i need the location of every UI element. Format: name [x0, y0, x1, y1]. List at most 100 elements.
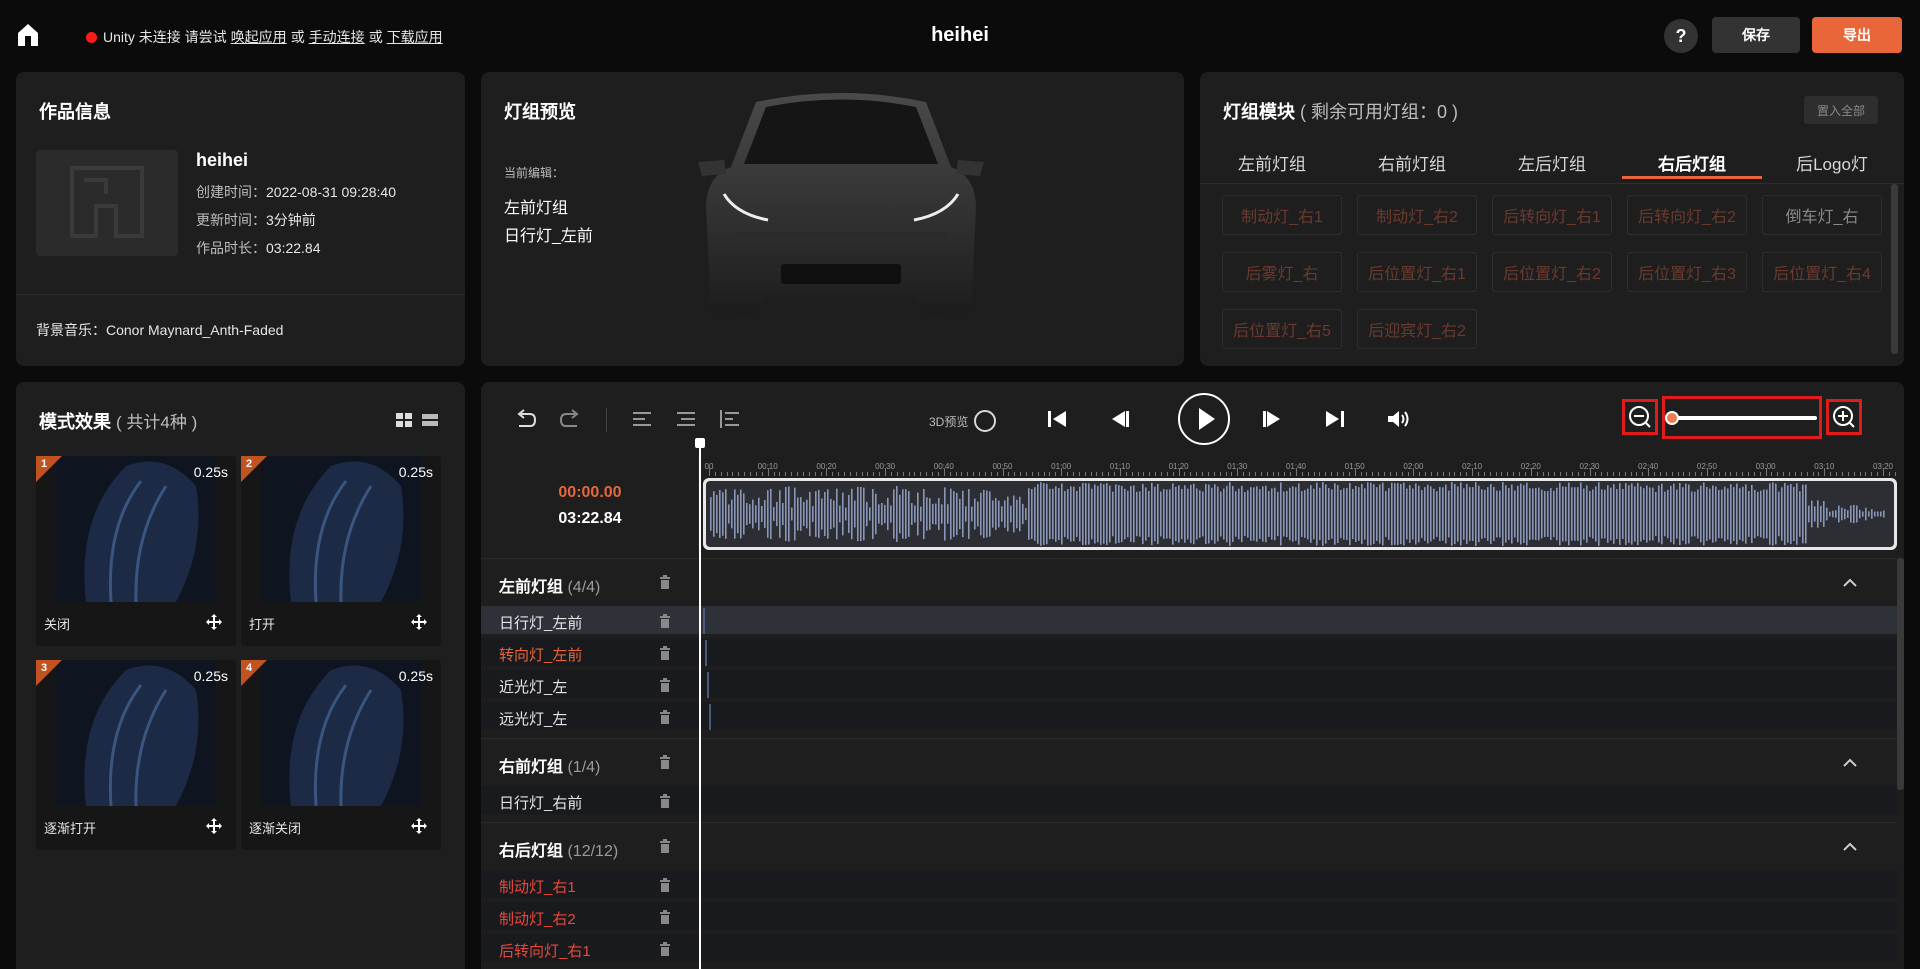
- keyframe-marker[interactable]: [709, 704, 711, 730]
- tab-rear-logo[interactable]: 后Logo灯: [1762, 150, 1902, 175]
- grid-view-icon[interactable]: [395, 412, 413, 428]
- preview-3d-toggle[interactable]: 3D预览: [929, 410, 997, 432]
- step-back-icon[interactable]: [1107, 406, 1133, 432]
- export-button[interactable]: 导出: [1812, 17, 1902, 53]
- delete-icon[interactable]: [659, 839, 671, 853]
- lamp-chip[interactable]: 倒车灯_右: [1762, 195, 1882, 235]
- track-group-header[interactable]: 左前灯组 (4/4): [481, 558, 1897, 606]
- playhead[interactable]: [699, 438, 701, 969]
- track-group-header[interactable]: 右后灯组 (12/12): [481, 822, 1897, 870]
- current-lamp: 日行灯_左前: [504, 228, 593, 245]
- undo-icon[interactable]: [513, 406, 539, 432]
- lamp-chip[interactable]: 后迎宾灯_右2: [1357, 309, 1477, 349]
- track-lane[interactable]: 制动灯_右1: [481, 870, 1897, 900]
- tab-left-front[interactable]: 左前灯组: [1202, 150, 1342, 175]
- download-app-link[interactable]: 下载应用: [387, 27, 443, 47]
- track-group-header[interactable]: 右前灯组 (1/4): [481, 738, 1897, 786]
- list-view-icon[interactable]: [421, 412, 439, 428]
- track-lane[interactable]: 日行灯_左前: [481, 606, 1897, 636]
- delete-icon[interactable]: [659, 794, 671, 808]
- save-button[interactable]: 保存: [1712, 17, 1800, 53]
- zoom-out-icon[interactable]: [1627, 404, 1653, 430]
- distribute-icon[interactable]: [717, 406, 743, 432]
- lamp-chip[interactable]: 制动灯_右1: [1222, 195, 1342, 235]
- put-all-button[interactable]: 置入全部: [1804, 96, 1878, 124]
- tab-left-rear[interactable]: 左后灯组: [1482, 150, 1622, 175]
- time-ruler[interactable]: 00 00:10 00:20 00:30 00:40 00:50 01:00 01:10 01:…: [703, 454, 1897, 476]
- lamp-chip[interactable]: 后位置灯_右2: [1492, 252, 1612, 292]
- track-lane[interactable]: 转向灯_左前: [481, 638, 1897, 668]
- track-lane[interactable]: 制动灯_右2: [481, 902, 1897, 932]
- align-left-icon[interactable]: [629, 406, 655, 432]
- ruler-tick: [785, 472, 787, 476]
- lamp-chip[interactable]: 制动灯_右2: [1357, 195, 1477, 235]
- home-icon[interactable]: [16, 22, 40, 48]
- waveform-bar: [881, 502, 883, 526]
- effect-card[interactable]: 2 0.25s 打开: [241, 456, 441, 646]
- align-center-icon[interactable]: [673, 406, 699, 432]
- lamp-chip[interactable]: 后位置灯_右4: [1762, 252, 1882, 292]
- track-scrollbar[interactable]: [1897, 558, 1904, 790]
- effect-card[interactable]: 3 0.25s 逐渐打开: [36, 660, 236, 850]
- keyframe-marker[interactable]: [705, 640, 707, 666]
- collapse-chevron-icon[interactable]: [1843, 755, 1857, 767]
- delete-icon[interactable]: [659, 755, 671, 769]
- zoom-in-icon[interactable]: [1831, 404, 1857, 430]
- delete-icon[interactable]: [659, 942, 671, 956]
- tab-right-rear[interactable]: 右后灯组: [1622, 150, 1762, 175]
- track-lane[interactable]: 近光灯_左: [481, 670, 1897, 700]
- module-scrollbar[interactable]: [1891, 184, 1898, 354]
- zoom-slider-knob[interactable]: [1665, 411, 1679, 425]
- drag-move-icon[interactable]: [206, 818, 222, 834]
- delete-icon[interactable]: [659, 710, 671, 724]
- play-button[interactable]: [1178, 393, 1230, 445]
- effect-card[interactable]: 4 0.25s 逐渐关闭: [241, 660, 441, 850]
- lamp-chip[interactable]: 后位置灯_右3: [1627, 252, 1747, 292]
- ruler-tick: [1489, 472, 1491, 476]
- track-lane[interactable]: 远光灯_左: [481, 702, 1897, 732]
- tab-right-front[interactable]: 右前灯组: [1342, 150, 1482, 175]
- lane-name: 日行灯_左前: [499, 615, 583, 632]
- lamp-chip[interactable]: 后位置灯_右1: [1357, 252, 1477, 292]
- skip-to-start-icon[interactable]: [1044, 406, 1070, 432]
- delete-icon[interactable]: [659, 878, 671, 892]
- help-button[interactable]: ?: [1664, 19, 1698, 53]
- ruler-tick: [1624, 472, 1626, 476]
- delete-icon[interactable]: [659, 614, 671, 628]
- track-lane[interactable]: 日行灯_右前: [481, 786, 1897, 816]
- delete-icon[interactable]: [659, 678, 671, 692]
- waveform-bar: [1463, 488, 1465, 540]
- volume-icon[interactable]: [1385, 406, 1411, 432]
- delete-icon[interactable]: [659, 646, 671, 660]
- drag-move-icon[interactable]: [411, 614, 427, 630]
- collapse-chevron-icon[interactable]: [1843, 839, 1857, 851]
- skip-to-end-icon[interactable]: [1322, 406, 1348, 432]
- current-group: 左前灯组: [504, 200, 569, 217]
- drag-move-icon[interactable]: [206, 614, 222, 630]
- radio-icon[interactable]: [974, 410, 997, 432]
- ruler-tick: [1431, 472, 1432, 476]
- lamp-chip[interactable]: 后雾灯_右: [1222, 252, 1342, 292]
- delete-icon[interactable]: [659, 910, 671, 924]
- wake-app-link[interactable]: 唤起应用: [231, 27, 287, 47]
- delete-icon[interactable]: [659, 575, 671, 589]
- playhead-handle[interactable]: [695, 438, 705, 448]
- drag-move-icon[interactable]: [411, 818, 427, 834]
- lamp-chip[interactable]: 后转向灯_右1: [1492, 195, 1612, 235]
- lamp-chip[interactable]: 后转向灯_右2: [1627, 195, 1747, 235]
- zoom-slider-track[interactable]: [1671, 416, 1817, 420]
- waveform-bar: [1775, 483, 1777, 545]
- effect-card[interactable]: 1 0.25s 关闭: [36, 456, 236, 646]
- waveform-bar: [1406, 488, 1408, 540]
- step-forward-icon[interactable]: [1259, 406, 1285, 432]
- track-lane[interactable]: 后转向灯_右1: [481, 934, 1897, 964]
- keyframe-marker[interactable]: [707, 672, 709, 698]
- keyframe-marker[interactable]: [703, 608, 705, 634]
- waveform-bar: [1583, 488, 1585, 540]
- collapse-chevron-icon[interactable]: [1843, 575, 1857, 587]
- lamp-chip[interactable]: 后位置灯_右5: [1222, 309, 1342, 349]
- waveform-bar: [731, 499, 733, 529]
- manual-connect-link[interactable]: 手动连接: [309, 27, 365, 47]
- audio-waveform[interactable]: [703, 478, 1897, 550]
- redo-icon[interactable]: [557, 406, 583, 432]
